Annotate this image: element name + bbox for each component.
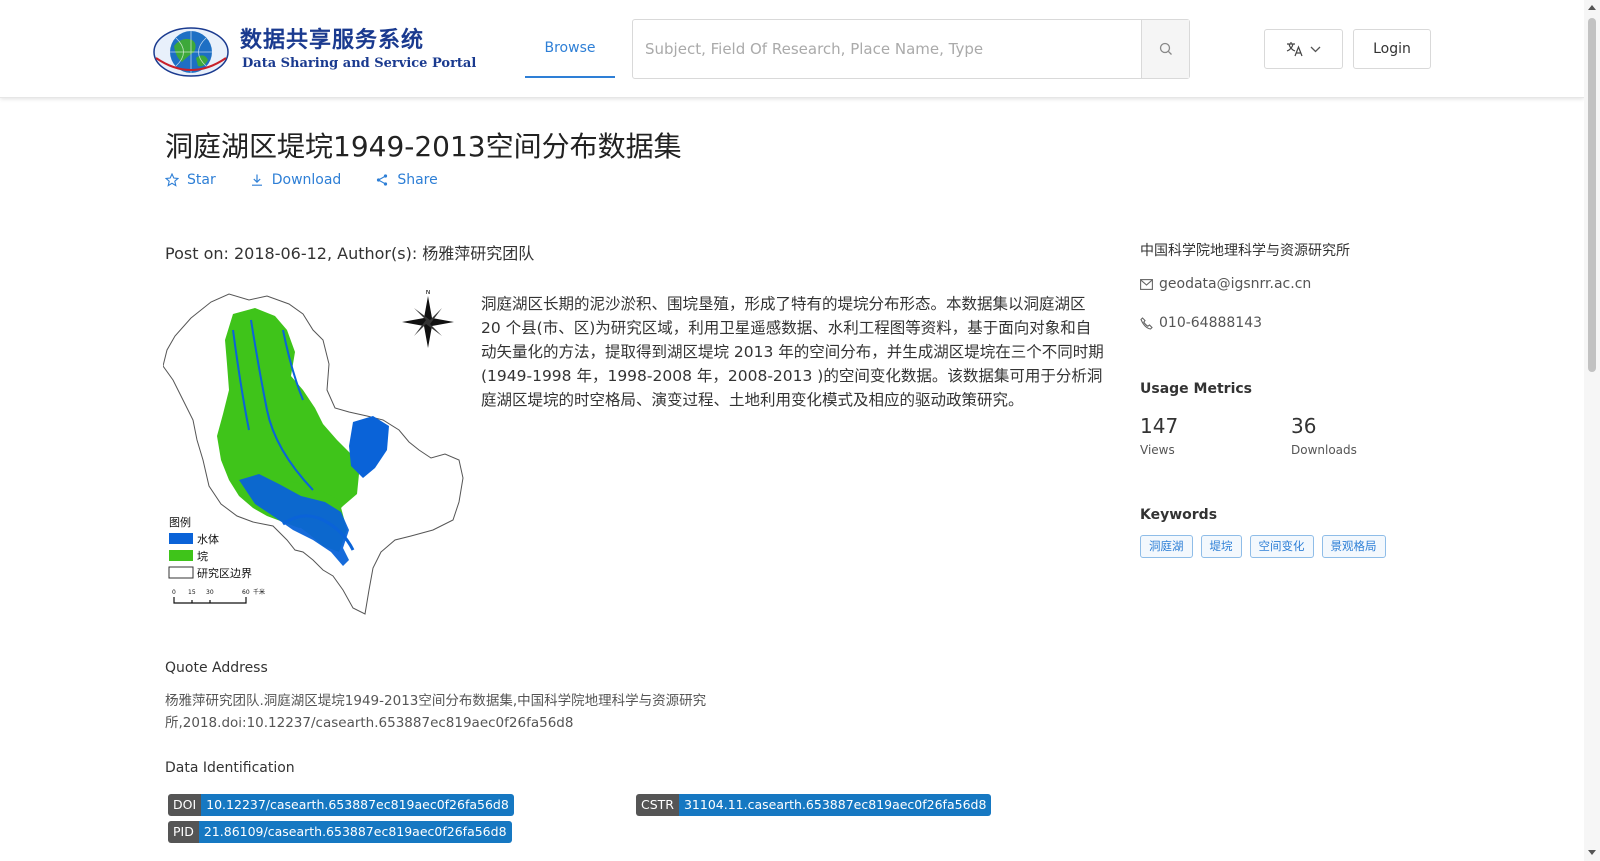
pid-key: PID xyxy=(168,821,199,843)
logo-title-en: Data Sharing and Service Portal xyxy=(242,56,477,71)
search-input[interactable] xyxy=(633,20,1141,78)
share-button[interactable]: Share xyxy=(375,172,438,188)
share-label: Share xyxy=(397,172,438,188)
legend-polder-swatch xyxy=(169,550,193,561)
download-icon xyxy=(251,174,262,186)
dataset-actions: Star Download Share xyxy=(165,172,438,188)
dataset-title: 洞庭湖区堤垸1949-2013空间分布数据集 xyxy=(165,130,682,163)
star-label: Star xyxy=(187,172,216,188)
chevron-down-icon xyxy=(1310,46,1321,52)
cstr-value: 31104.11.casearth.653887ec819aec0f26fa56… xyxy=(678,794,992,816)
scroll-up-arrow-icon[interactable] xyxy=(1588,5,1596,10)
keyword-tag[interactable]: 空间变化 xyxy=(1249,535,1314,558)
legend-water-swatch xyxy=(169,533,193,544)
map-legend-title: 图例 xyxy=(169,515,191,529)
doi-key: DOI xyxy=(168,794,202,816)
legend-polder-label: 垸 xyxy=(197,549,208,563)
views-label: Views xyxy=(1140,443,1175,457)
star-icon xyxy=(165,173,179,187)
views-count: 147 xyxy=(1140,414,1179,438)
star-button[interactable]: Star xyxy=(165,172,216,188)
scale-tick-label: 30 xyxy=(206,589,214,596)
email-text: geodata@igsnrr.ac.cn xyxy=(1159,276,1312,292)
phone-text: 010-64888143 xyxy=(1159,315,1263,331)
identification-header: Data Identification xyxy=(165,760,295,776)
scale-unit-label: 千米 xyxy=(253,588,265,596)
doi-badge[interactable]: DOI 10.12237/casearth.653887ec819aec0f26… xyxy=(168,794,514,816)
downloads-label: Downloads xyxy=(1291,443,1357,457)
quote-header: Quote Address xyxy=(165,660,268,676)
keywords-header: Keywords xyxy=(1140,507,1218,523)
downloads-count: 36 xyxy=(1291,414,1317,438)
cstr-key: CSTR xyxy=(636,794,679,816)
map-scale-bar: 0 15 30 60 千米 xyxy=(172,588,265,604)
translate-icon xyxy=(1286,42,1303,57)
legend-water-label: 水体 xyxy=(197,532,219,546)
cstr-badge[interactable]: CSTR 31104.11.casearth.653887ec819aec0f2… xyxy=(636,794,992,816)
keyword-tag[interactable]: 景观格局 xyxy=(1321,535,1386,558)
keyword-tag[interactable]: 堤垸 xyxy=(1200,535,1242,558)
compass-north-label: N xyxy=(426,290,431,296)
keyword-tag[interactable]: 洞庭湖 xyxy=(1140,535,1193,558)
logo-title-cn: 数据共享服务系统 xyxy=(240,27,425,53)
login-button[interactable]: Login xyxy=(1353,29,1431,69)
page-scrollbar[interactable] xyxy=(1584,0,1600,861)
keyword-list: 洞庭湖 堤垸 空间变化 景观格局 xyxy=(1140,535,1386,558)
scale-tick-label: 0 xyxy=(172,589,176,596)
search-icon xyxy=(1159,42,1172,55)
top-header: 数据共享服务系统 Data Sharing and Service Portal… xyxy=(0,0,1584,98)
contact-phone[interactable]: 010-64888143 xyxy=(1140,315,1262,331)
legend-boundary-swatch xyxy=(168,566,194,579)
nav-browse[interactable]: Browse xyxy=(525,18,615,78)
legend-boundary-label: 研究区边界 xyxy=(197,566,252,580)
pid-badge[interactable]: PID 21.86109/casearth.653887ec819aec0f26… xyxy=(168,821,512,843)
scale-tick-label: 60 xyxy=(242,589,250,596)
globe-logo-icon xyxy=(153,27,229,77)
scrollbar-thumb[interactable] xyxy=(1588,18,1596,372)
mail-icon xyxy=(1140,278,1153,290)
quote-text: 杨雅萍研究团队.洞庭湖区堤垸1949-2013空间分布数据集,中国科学院地理科学… xyxy=(165,693,707,731)
compass-rose-icon: N xyxy=(402,290,454,348)
phone-icon xyxy=(1140,316,1153,330)
organization-name: 中国科学院地理科学与资源研究所 xyxy=(1140,243,1350,259)
doi-value: 10.12237/casearth.653887ec819aec0f26fa56… xyxy=(201,794,514,816)
dataset-map-image: N 图例 水体 垸 研究区边界 0 15 30 60 千米 xyxy=(163,290,464,615)
download-button[interactable]: Download xyxy=(250,172,342,188)
contact-email[interactable]: geodata@igsnrr.ac.cn xyxy=(1140,276,1311,292)
language-switcher[interactable] xyxy=(1264,29,1343,69)
pid-value: 21.86109/casearth.653887ec819aec0f26fa56… xyxy=(198,821,512,843)
download-label: Download xyxy=(271,172,342,188)
portal-logo[interactable]: 数据共享服务系统 Data Sharing and Service Portal xyxy=(152,18,476,80)
scroll-down-arrow-icon[interactable] xyxy=(1588,850,1596,855)
search-button[interactable] xyxy=(1141,20,1189,78)
dataset-description: 洞庭湖区长期的泥沙淤积、围垸垦殖，形成了特有的堤垸分布形态。本数据集以洞庭湖区 … xyxy=(481,295,1104,409)
search-bar xyxy=(632,19,1190,79)
share-icon xyxy=(377,174,388,186)
scale-tick-label: 15 xyxy=(188,589,196,596)
usage-metrics-header: Usage Metrics xyxy=(1140,381,1252,397)
post-info: Post on: 2018-06-12, Author(s): 杨雅萍研究团队 xyxy=(165,244,535,263)
